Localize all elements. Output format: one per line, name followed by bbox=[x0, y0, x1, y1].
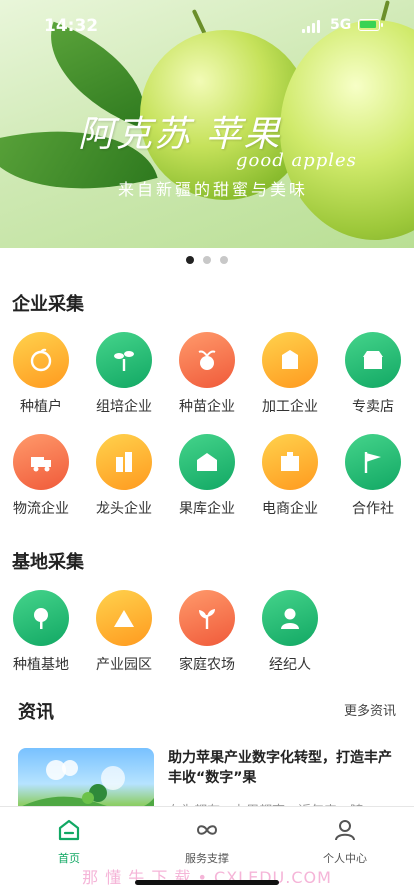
park-icon bbox=[114, 610, 134, 627]
enterprise-item[interactable]: 合作社 bbox=[332, 434, 414, 518]
base-icon-badge bbox=[262, 590, 318, 646]
enterprise-label: 加工企业 bbox=[262, 399, 318, 415]
apple-image bbox=[280, 20, 414, 240]
base-icon-badge bbox=[96, 590, 152, 646]
enterprise-label: 种植户 bbox=[20, 399, 62, 415]
base-item[interactable]: 家庭农场 bbox=[166, 590, 248, 674]
enterprise-item[interactable]: 果库企业 bbox=[166, 434, 248, 518]
news-item[interactable]: 助力苹果产业数字化转型，打造丰产丰收“数字”果 在为都有，力用都南，近年来，随 bbox=[0, 740, 414, 828]
enterprise-icon-badge bbox=[96, 434, 152, 490]
flag-icon bbox=[364, 452, 381, 473]
enterprise-icon-badge bbox=[13, 434, 69, 490]
enterprise-label: 物流企业 bbox=[13, 501, 69, 517]
enterprise-icon-badge bbox=[179, 332, 235, 388]
home-icon bbox=[58, 819, 80, 841]
base-label: 经纪人 bbox=[269, 657, 311, 673]
base-icon-badge bbox=[179, 590, 235, 646]
enterprise-item[interactable]: 种植户 bbox=[0, 332, 82, 416]
enterprise-item[interactable]: 组培企业 bbox=[83, 332, 165, 416]
battery-icon bbox=[358, 19, 383, 31]
base-section-title: 基地采集 bbox=[12, 552, 84, 573]
building-icon bbox=[116, 452, 132, 472]
enterprise-icon-badge bbox=[262, 434, 318, 490]
enterprise-item[interactable]: 物流企业 bbox=[0, 434, 82, 518]
tab-home[interactable]: 首页 bbox=[0, 817, 138, 866]
carousel-dot-1[interactable] bbox=[186, 256, 194, 264]
news-section-title: 资讯 bbox=[18, 702, 54, 723]
grower-icon bbox=[30, 348, 52, 372]
user-icon bbox=[335, 820, 355, 841]
enterprise-label: 果库企业 bbox=[179, 501, 235, 517]
enterprise-section-title: 企业采集 bbox=[12, 294, 84, 315]
base-label: 种植基地 bbox=[13, 657, 69, 673]
enterprise-icon-badge bbox=[96, 332, 152, 388]
signal-icon bbox=[302, 20, 320, 33]
banner-slogan: 来自新疆的甜蜜与美味 bbox=[118, 180, 309, 199]
news-title: 助力苹果产业数字化转型，打造丰产丰收“数字”果 bbox=[168, 750, 392, 786]
farm-icon bbox=[199, 609, 215, 629]
carousel-dot-3[interactable] bbox=[220, 256, 228, 264]
enterprise-label: 龙头企业 bbox=[96, 501, 152, 517]
tree-icon bbox=[34, 608, 48, 629]
news-more-link[interactable]: 更多资讯 bbox=[344, 700, 396, 719]
base-label: 产业园区 bbox=[96, 657, 152, 673]
status-time: 14:32 bbox=[44, 16, 99, 36]
enterprise-item[interactable]: 专卖店 bbox=[332, 332, 414, 416]
enterprise-label: 电商企业 bbox=[262, 501, 318, 517]
base-item[interactable]: 产业园区 bbox=[83, 590, 165, 674]
carousel-dot-2[interactable] bbox=[203, 256, 211, 264]
enterprise-item[interactable]: 加工企业 bbox=[249, 332, 331, 416]
enterprise-item[interactable]: 电商企业 bbox=[249, 434, 331, 518]
store-icon bbox=[363, 351, 383, 369]
home-indicator bbox=[135, 880, 279, 885]
enterprise-icon-badge bbox=[345, 434, 401, 490]
base-item[interactable]: 种植基地 bbox=[0, 590, 82, 674]
mall-icon bbox=[281, 452, 299, 471]
status-bar: 14:32 5G bbox=[0, 0, 414, 44]
base-icon-badge bbox=[13, 590, 69, 646]
network-label: 5G bbox=[330, 17, 352, 33]
enterprise-label: 组培企业 bbox=[96, 399, 152, 415]
enterprise-label: 专卖店 bbox=[352, 399, 394, 415]
carousel-indicator[interactable] bbox=[0, 256, 414, 264]
enterprise-label: 种苗企业 bbox=[179, 399, 235, 415]
enterprise-item[interactable]: 龙头企业 bbox=[83, 434, 165, 518]
tab-profile[interactable]: 个人中心 bbox=[276, 817, 414, 866]
broker-icon bbox=[281, 608, 299, 629]
enterprise-icon-badge bbox=[13, 332, 69, 388]
enterprise-item[interactable]: 种苗企业 bbox=[166, 332, 248, 416]
enterprise-icon-badge bbox=[262, 332, 318, 388]
truck-icon bbox=[31, 457, 51, 472]
banner-carousel[interactable]: 14:32 5G 阿克苏 苹果 good apples 来自新疆的甜蜜与美味 bbox=[0, 0, 414, 248]
enterprise-icon-badge bbox=[345, 332, 401, 388]
box-icon bbox=[282, 350, 298, 369]
enterprise-label: 合作社 bbox=[352, 501, 394, 517]
base-item[interactable]: 经纪人 bbox=[249, 590, 331, 674]
banner-brand-text-en: good apples bbox=[236, 150, 357, 171]
base-label: 家庭农场 bbox=[179, 657, 235, 673]
seedling-icon bbox=[114, 351, 134, 371]
infinity-icon bbox=[196, 825, 218, 835]
tab-service[interactable]: 服务支撑 bbox=[138, 817, 276, 866]
sapling-icon bbox=[198, 350, 216, 370]
enterprise-icon-badge bbox=[179, 434, 235, 490]
warehouse-icon bbox=[197, 453, 217, 471]
